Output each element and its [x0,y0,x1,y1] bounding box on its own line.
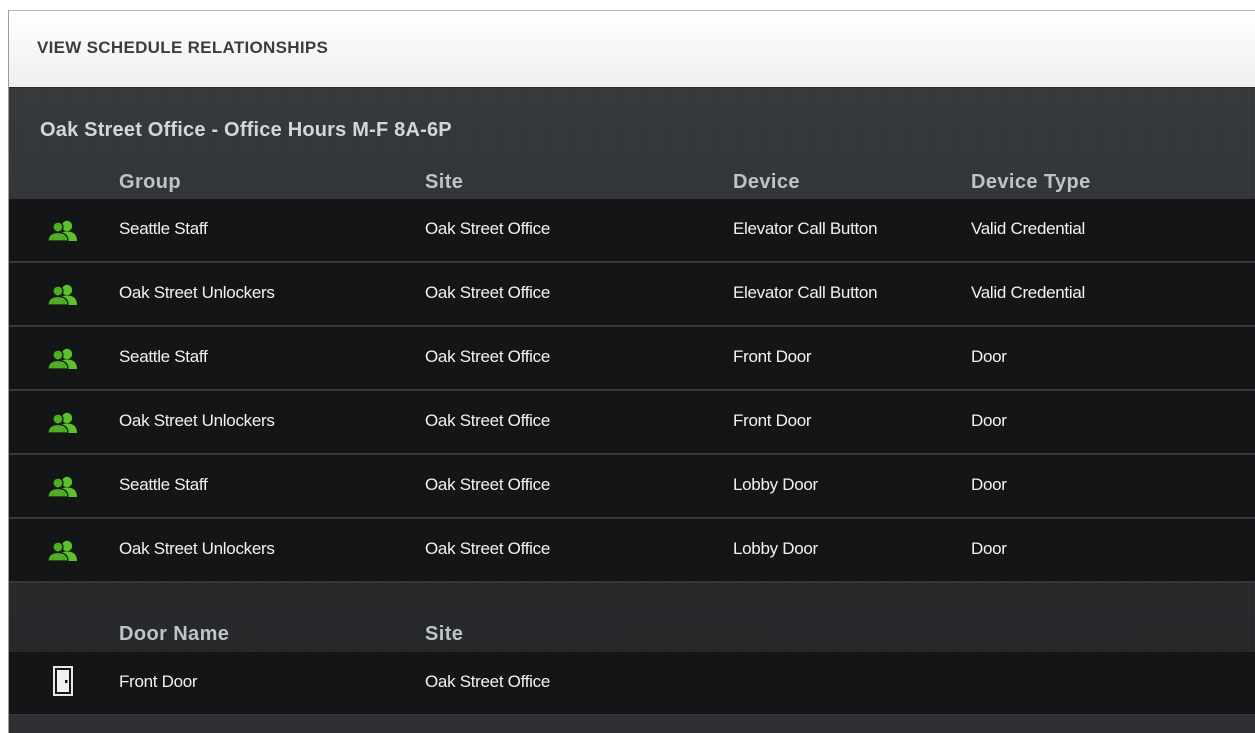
device-type: Door [971,411,1007,430]
device-name: Lobby Door [733,539,818,558]
table-row[interactable]: Seattle Staff Oak Street Office Lobby Do… [9,455,1255,519]
column-header-group: Group [119,171,181,193]
door-name: Front Door [119,672,198,691]
group-icon [47,476,77,497]
column-header-site: Site [425,171,464,193]
group-icon [47,540,77,561]
group-name: Oak Street Unlockers [119,539,275,558]
group-icon [47,284,77,305]
column-header-door-name: Door Name [119,623,230,645]
group-icon [47,220,77,241]
device-type: Valid Credential [971,283,1085,302]
column-header-device-type: Device Type [971,171,1091,193]
group-icon [47,348,77,369]
schedule-relationships-window: VIEW SCHEDULE RELATIONSHIPS Oak Street O… [8,10,1255,733]
device-name: Elevator Call Button [733,283,878,302]
table-row[interactable]: Seattle Staff Oak Street Office Front Do… [9,327,1255,391]
device-type: Door [971,347,1007,366]
group-name: Seattle Staff [119,347,208,366]
site-name: Oak Street Office [425,539,550,558]
device-type: Valid Credential [971,219,1085,238]
device-type: Door [971,475,1007,494]
table-row[interactable]: Oak Street Unlockers Oak Street Office F… [9,391,1255,455]
device-type: Door [971,539,1007,558]
site-name: Oak Street Office [425,411,550,430]
column-header-door-site: Site [425,623,464,645]
table-row[interactable]: Seattle Staff Oak Street Office Elevator… [9,199,1255,263]
device-name: Lobby Door [733,475,818,494]
table-row[interactable]: Oak Street Unlockers Oak Street Office L… [9,519,1255,583]
site-name: Oak Street Office [425,475,550,494]
device-name: Front Door [733,347,812,366]
group-name: Oak Street Unlockers [119,411,275,430]
table-row[interactable]: Oak Street Unlockers Oak Street Office E… [9,263,1255,327]
site-name: Oak Street Office [425,347,550,366]
group-name: Oak Street Unlockers [119,283,275,302]
door-site: Oak Street Office [425,672,550,691]
device-name: Elevator Call Button [733,219,878,238]
page-title: VIEW SCHEDULE RELATIONSHIPS [37,38,329,57]
table-row[interactable]: Front Door Oak Street Office [9,652,1255,716]
group-name: Seattle Staff [119,475,208,494]
group-icon [47,412,77,433]
header-bar: VIEW SCHEDULE RELATIONSHIPS [9,11,1255,88]
device-name: Front Door [733,411,812,430]
schedule-title: Oak Street Office - Office Hours M-F 8A-… [40,119,452,141]
site-name: Oak Street Office [425,219,550,238]
column-header-device: Device [733,171,800,193]
panel-footer [9,715,1255,733]
site-name: Oak Street Office [425,283,550,302]
door-icon [53,666,73,696]
group-name: Seattle Staff [119,219,208,238]
